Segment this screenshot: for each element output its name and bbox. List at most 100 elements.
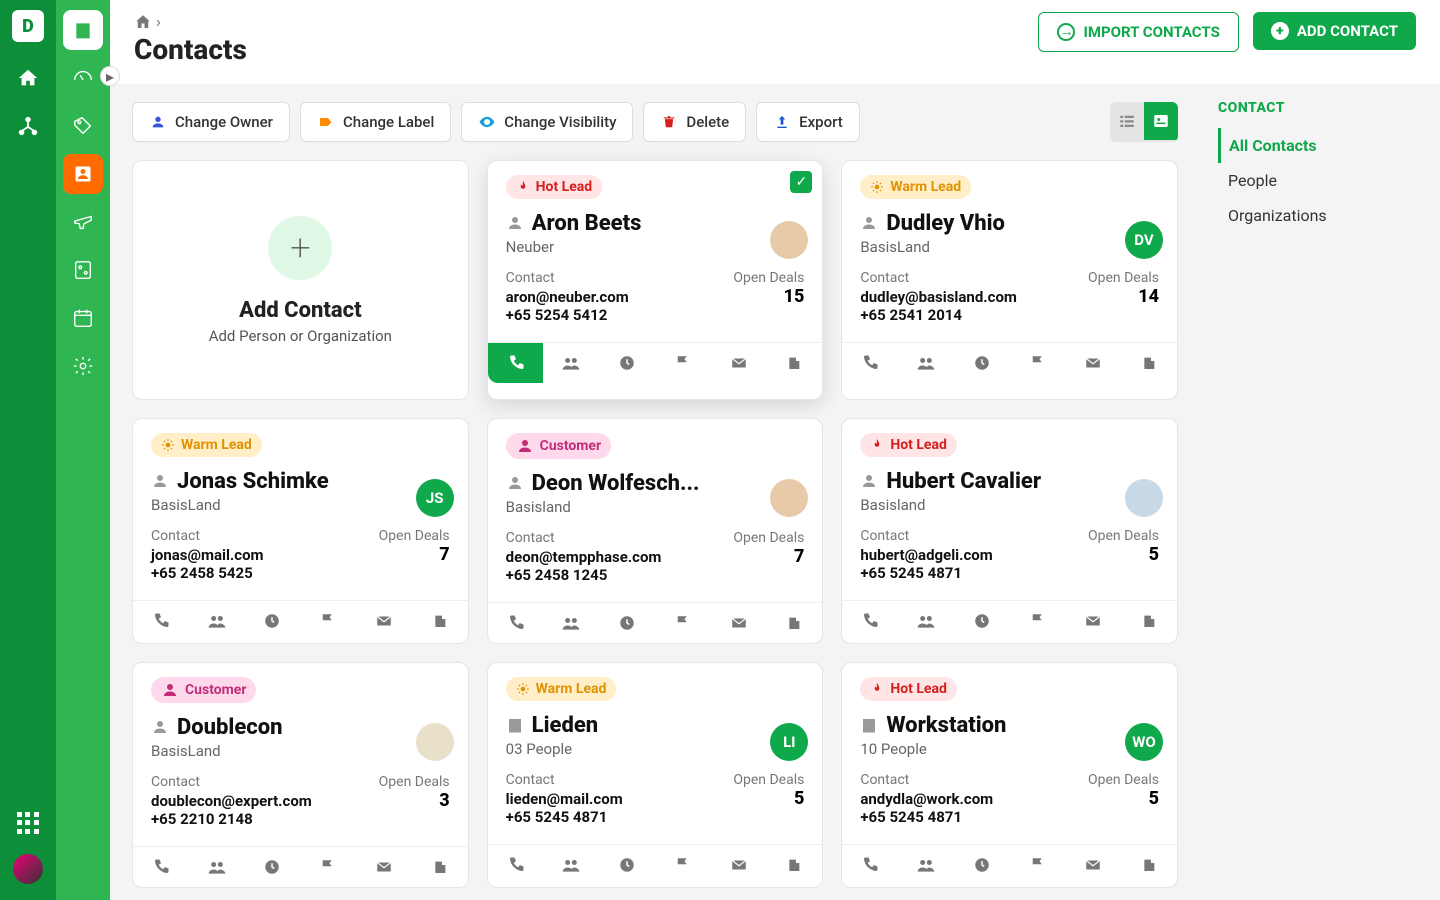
app-logo[interactable]: D [12, 10, 44, 42]
contact-email: doublecon@expert.com [151, 792, 312, 810]
phone-icon[interactable] [488, 343, 544, 383]
flag-icon[interactable] [655, 603, 711, 643]
phone-icon[interactable] [842, 343, 898, 383]
phone-icon[interactable] [488, 603, 544, 643]
change-owner-button[interactable]: Change Owner [132, 102, 290, 142]
change-visibility-button[interactable]: Change Visibility [461, 102, 633, 142]
flag-icon[interactable] [655, 343, 711, 383]
phone-icon[interactable] [842, 601, 898, 641]
contact-card[interactable]: CustomerDoubleconBasisLandContactdoublec… [132, 662, 469, 888]
import-icon: → [1057, 23, 1075, 41]
open-deals-count: 14 [1017, 286, 1159, 307]
contact-org: Neuber [506, 238, 805, 256]
nav-settings[interactable] [63, 346, 103, 386]
people-icon[interactable] [189, 601, 245, 641]
apps-menu-icon[interactable] [17, 812, 39, 834]
mail-icon[interactable] [1065, 601, 1121, 641]
contact-card[interactable]: CustomerDeon Wolfesch...BasislandContact… [487, 418, 824, 644]
label-pill: Warm Lead [151, 433, 262, 457]
people-icon[interactable] [898, 845, 954, 885]
sidebar-item-all-contacts[interactable]: All Contacts [1218, 128, 1422, 163]
person-icon [149, 113, 167, 131]
people-icon[interactable] [543, 343, 599, 383]
nav-contacts[interactable] [63, 154, 103, 194]
people-icon[interactable] [189, 847, 245, 887]
clock-icon[interactable] [599, 845, 655, 885]
contact-name: Doublecon [177, 715, 283, 740]
mail-icon[interactable] [356, 847, 412, 887]
check-icon[interactable]: ✓ [790, 171, 812, 193]
open-deals-count: 3 [312, 790, 450, 811]
view-list[interactable] [1110, 102, 1144, 140]
flag-icon[interactable] [300, 847, 356, 887]
nav-hierarchy[interactable] [10, 108, 46, 144]
contact-card[interactable]: ✓Hot LeadAron BeetsNeuberContactaron@neu… [487, 160, 824, 400]
contact-card[interactable]: Warm LeadLieden03 PeopleLIContactlieden@… [487, 662, 824, 888]
change-label-button[interactable]: Change Label [300, 102, 451, 142]
clock-icon[interactable] [599, 343, 655, 383]
contact-card[interactable]: Hot LeadWorkstation10 PeopleWOContactand… [841, 662, 1178, 888]
mail-icon[interactable] [711, 603, 767, 643]
rail-collapse-toggle[interactable]: ▸ [100, 66, 120, 86]
building-icon[interactable] [767, 845, 823, 885]
flag-icon[interactable] [1010, 845, 1066, 885]
contact-email: dudley@basisland.com [860, 288, 1017, 306]
building-icon[interactable] [412, 847, 468, 887]
mail-icon[interactable] [711, 343, 767, 383]
contact-email: aron@neuber.com [506, 288, 655, 306]
building-icon[interactable] [767, 343, 823, 383]
flag-icon[interactable] [655, 845, 711, 885]
person-icon [151, 718, 169, 736]
breadcrumb[interactable]: › [134, 12, 247, 31]
nav-calendar[interactable] [63, 298, 103, 338]
contact-org: 03 People [506, 740, 805, 758]
nav-organization[interactable] [63, 10, 103, 50]
home-icon [134, 13, 152, 31]
phone-icon[interactable] [133, 847, 189, 887]
sidebar-item-organizations[interactable]: Organizations [1218, 198, 1422, 233]
nav-tags[interactable] [63, 106, 103, 146]
nav-campaigns[interactable] [63, 202, 103, 242]
phone-icon[interactable] [488, 845, 544, 885]
people-icon[interactable] [898, 343, 954, 383]
flag-icon[interactable] [300, 601, 356, 641]
people-icon[interactable] [898, 601, 954, 641]
clock-icon[interactable] [245, 601, 301, 641]
view-cards[interactable] [1144, 102, 1178, 140]
delete-button[interactable]: Delete [643, 102, 746, 142]
clock-icon[interactable] [954, 601, 1010, 641]
mail-icon[interactable] [356, 601, 412, 641]
nav-dashboard[interactable] [63, 58, 103, 98]
building-icon[interactable] [1121, 343, 1177, 383]
mail-icon[interactable] [1065, 845, 1121, 885]
contact-card[interactable]: Hot LeadHubert CavalierBasislandContacth… [841, 418, 1178, 644]
building-icon[interactable] [412, 601, 468, 641]
eye-icon [478, 113, 496, 131]
import-contacts-button[interactable]: → IMPORT CONTACTS [1038, 12, 1238, 52]
flag-icon[interactable] [1010, 601, 1066, 641]
clock-icon[interactable] [599, 603, 655, 643]
mail-icon[interactable] [1065, 343, 1121, 383]
building-icon[interactable] [1121, 601, 1177, 641]
clock-icon[interactable] [245, 847, 301, 887]
sidebar-item-people[interactable]: People [1218, 163, 1422, 198]
building-icon[interactable] [1121, 845, 1177, 885]
user-avatar[interactable] [13, 854, 43, 884]
phone-icon[interactable] [842, 845, 898, 885]
nav-home[interactable] [10, 60, 46, 96]
contact-card[interactable]: Warm LeadJonas SchimkeBasisLandJSContact… [132, 418, 469, 644]
contact-card[interactable]: Warm LeadDudley VhioBasisLandDVContactdu… [841, 160, 1178, 400]
people-icon[interactable] [543, 845, 599, 885]
mail-icon[interactable] [711, 845, 767, 885]
people-icon[interactable] [543, 603, 599, 643]
building-icon[interactable] [767, 603, 823, 643]
secondary-nav-rail: ▸ [56, 0, 110, 900]
add-contact-button[interactable]: + ADD CONTACT [1253, 12, 1416, 50]
phone-icon[interactable] [133, 601, 189, 641]
flag-icon[interactable] [1010, 343, 1066, 383]
clock-icon[interactable] [954, 845, 1010, 885]
add-contact-card[interactable]: +Add ContactAdd Person or Organization [132, 160, 469, 400]
nav-documents[interactable] [63, 250, 103, 290]
clock-icon[interactable] [954, 343, 1010, 383]
export-button[interactable]: Export [756, 102, 860, 142]
